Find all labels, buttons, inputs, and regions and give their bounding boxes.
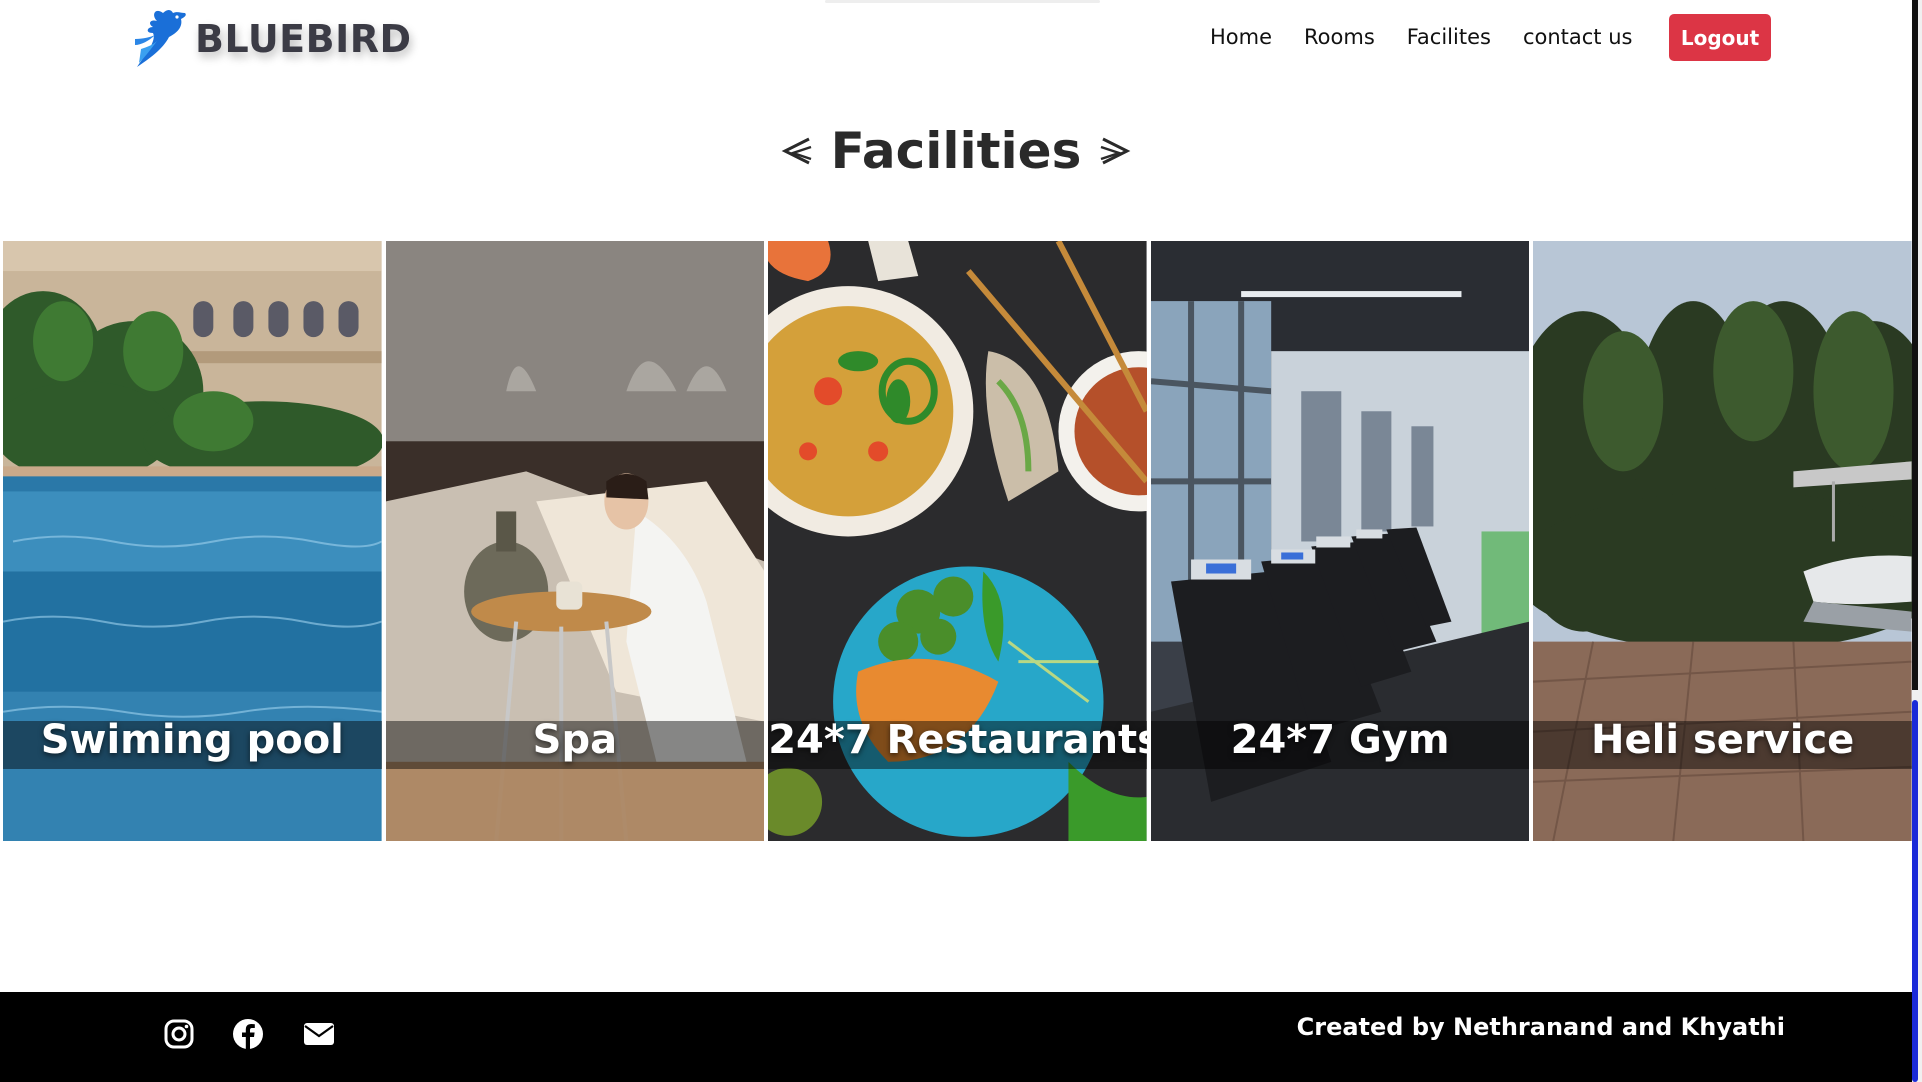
email-link[interactable] bbox=[302, 1017, 336, 1051]
nav-facilities[interactable]: Facilites bbox=[1407, 25, 1491, 49]
nav-contact-us[interactable]: contact us bbox=[1523, 25, 1633, 49]
instagram-icon bbox=[164, 1019, 194, 1049]
facility-label: 24*7 Gym bbox=[1230, 717, 1450, 763]
facility-card-swimming-pool[interactable]: Swiming pool bbox=[3, 241, 382, 841]
section-heading: Facilities bbox=[0, 122, 1912, 180]
scrollbar-track bbox=[1912, 0, 1918, 690]
logout-button[interactable]: Logout bbox=[1669, 14, 1771, 61]
nav-menu: Home Rooms Facilites contact us bbox=[1210, 14, 1664, 60]
facility-card-restaurants[interactable]: 24*7 Restaurants bbox=[768, 241, 1147, 841]
facility-card-heli-service[interactable]: Heli service bbox=[1533, 241, 1912, 841]
facebook-icon bbox=[233, 1019, 263, 1049]
facilities-gallery: Swiming pool Spa 24*7 Restaurants 24*7 G… bbox=[3, 241, 1912, 841]
instagram-link[interactable] bbox=[162, 1017, 196, 1051]
facebook-link[interactable] bbox=[231, 1017, 265, 1051]
page-title: Facilities bbox=[830, 122, 1082, 180]
right-chevron-decoration-icon bbox=[1100, 137, 1131, 165]
brand-name: BLUEBIRD bbox=[195, 17, 412, 61]
nav-home[interactable]: Home bbox=[1210, 25, 1272, 49]
facility-label: Heli service bbox=[1591, 717, 1855, 763]
navbar: BLUEBIRD Home Rooms Facilites contact us… bbox=[0, 0, 1912, 76]
facility-card-gym[interactable]: 24*7 Gym bbox=[1150, 241, 1530, 841]
page-scrollbar[interactable] bbox=[1912, 0, 1922, 1082]
nav-rooms[interactable]: Rooms bbox=[1304, 25, 1375, 49]
nav-decoration bbox=[825, 0, 1100, 3]
bluebird-logo-icon bbox=[135, 10, 186, 67]
email-icon bbox=[304, 1023, 334, 1045]
brand-logo-link[interactable]: BLUEBIRD bbox=[133, 4, 412, 74]
facility-label: Swiming pool bbox=[40, 717, 344, 763]
scrollbar-thumb[interactable] bbox=[1912, 700, 1918, 1082]
facility-card-spa[interactable]: Spa bbox=[385, 241, 765, 841]
left-chevron-decoration-icon bbox=[781, 137, 812, 165]
footer-credit: Created by Nethranand and Khyathi bbox=[1296, 1013, 1785, 1041]
facility-label: Spa bbox=[532, 717, 618, 763]
facility-label: 24*7 Restaurants bbox=[768, 717, 1147, 763]
